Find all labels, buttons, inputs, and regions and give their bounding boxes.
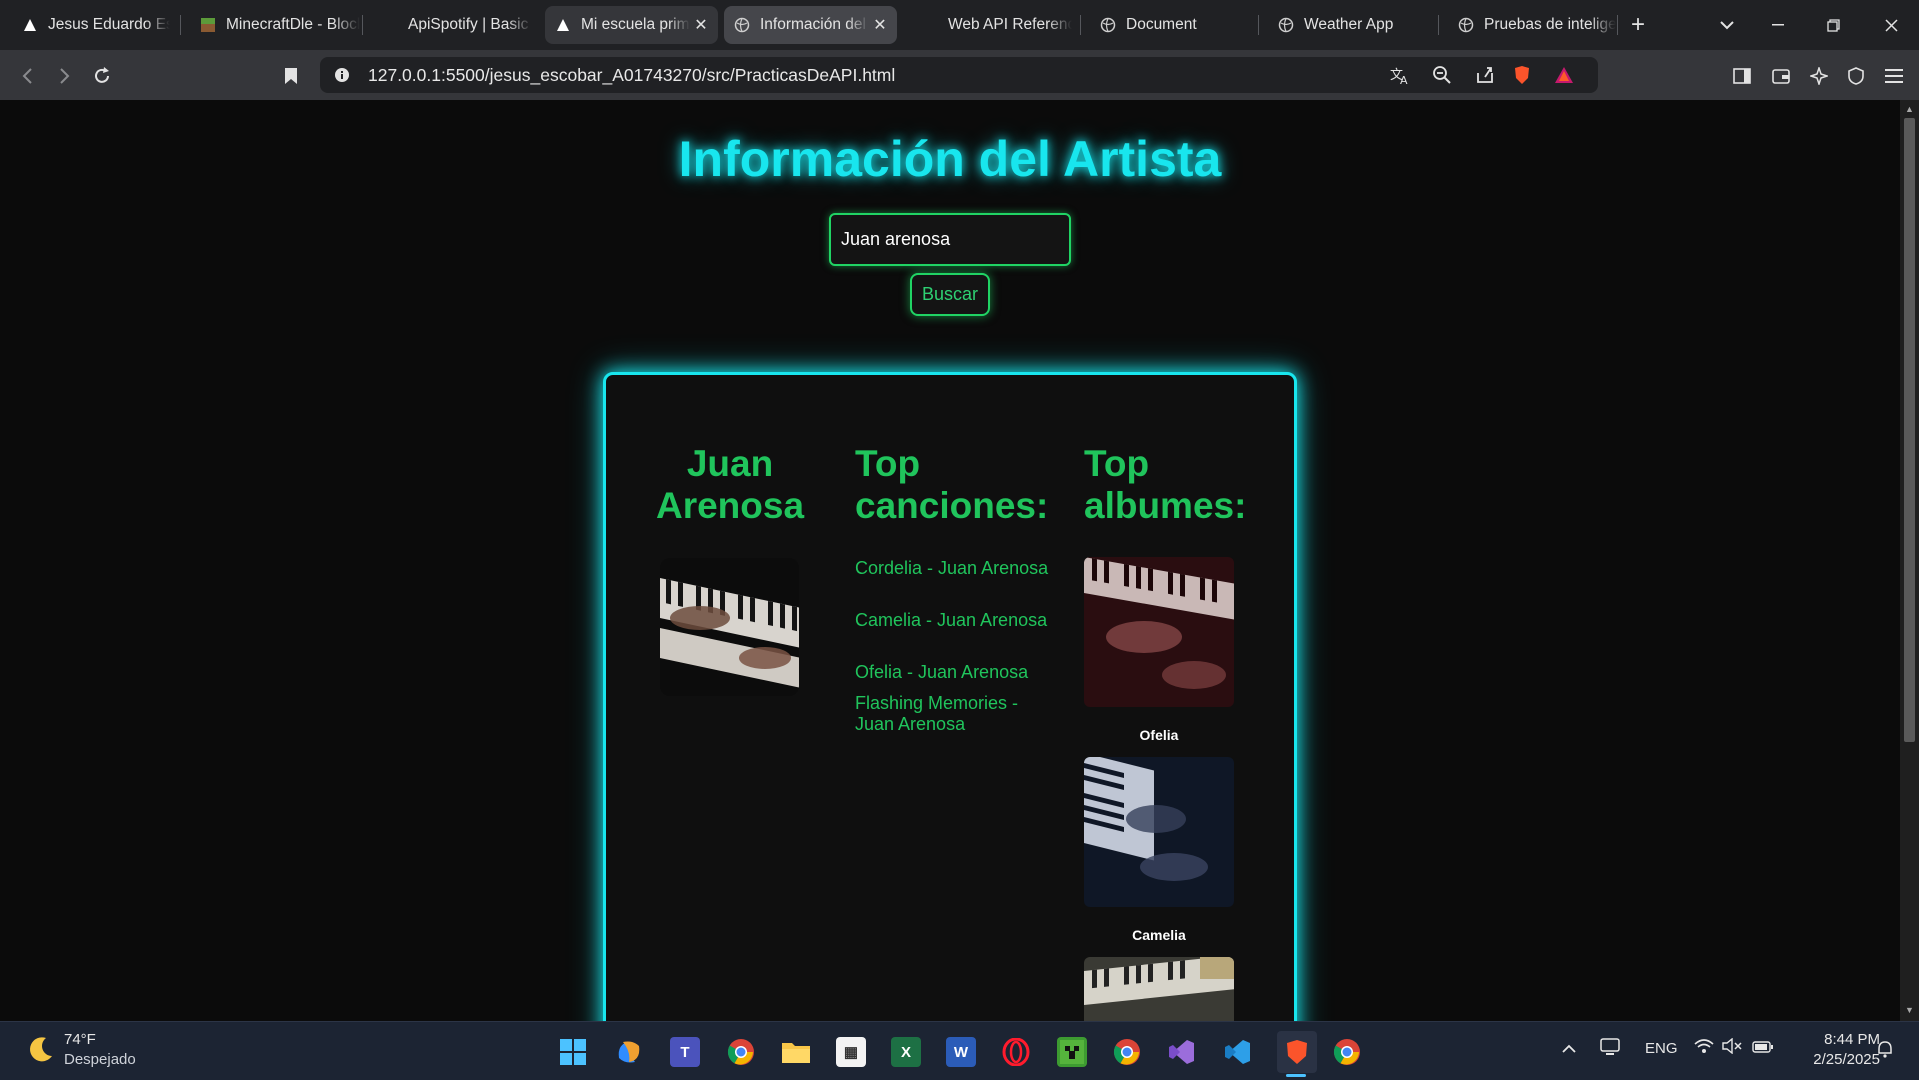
copilot-icon[interactable] [614,1037,644,1067]
weather-temperature[interactable]: 74°F [64,1031,96,1048]
bookmark-icon[interactable] [277,62,305,90]
browser-toolbar: 127.0.0.1:5500/jesus_escobar_A01743270/s… [0,50,1919,100]
weather-condition[interactable]: Despejado [64,1051,136,1068]
album-cover[interactable] [1084,557,1234,707]
tab-informacion-artista[interactable]: Información del Artista ✕ [724,6,897,44]
globe-icon [1458,17,1474,33]
opera-icon[interactable] [1001,1037,1031,1067]
minecraft-icon[interactable] [1057,1037,1087,1067]
album-cover[interactable] [1084,957,1234,1021]
chrome-profile-icon[interactable] [1112,1037,1142,1067]
wifi-icon[interactable] [1694,1038,1714,1058]
close-tab-icon[interactable]: ✕ [869,15,891,35]
vpn-icon[interactable] [1842,62,1870,90]
leo-ai-icon[interactable] [1805,62,1833,90]
weather-moon-icon[interactable] [24,1034,56,1071]
triangle-logo-icon [555,17,571,33]
close-window-button[interactable] [1864,0,1918,50]
globe-icon [1278,17,1294,33]
tab-mi-escuela[interactable]: Mi escuela primaria ✕ [545,6,718,44]
wallet-icon[interactable] [1767,62,1795,90]
top-albums-heading: Top albumes: [1084,443,1247,526]
forward-icon[interactable] [51,62,79,90]
back-icon[interactable] [13,62,41,90]
microsoft-store-icon[interactable]: ▦ [836,1037,866,1067]
scroll-thumb[interactable] [1904,118,1915,742]
brave-browser-icon[interactable] [1277,1031,1317,1073]
globe-icon [734,17,750,33]
visual-studio-icon[interactable] [1166,1037,1196,1067]
brave-shields-icon[interactable] [1510,63,1534,87]
top-songs-heading: Top canciones: [855,443,1049,526]
chrome-icon[interactable] [726,1037,756,1067]
artist-name: Juan Arenosa [655,443,805,526]
word-icon[interactable]: W [946,1037,976,1067]
album-cover[interactable] [1084,757,1234,907]
zoom-out-icon[interactable] [1430,63,1454,87]
volume-muted-icon[interactable] [1722,1037,1742,1058]
clock-time[interactable]: 8:44 PM [1810,1031,1880,1048]
page-title: Información del Artista [678,131,1222,187]
album-title: Ofelia [1139,727,1179,743]
grass-block-icon [200,17,216,33]
language-indicator[interactable]: ENG [1645,1040,1678,1057]
clock-date[interactable]: 2/25/2025 [1790,1051,1880,1068]
excel-icon[interactable]: X [891,1037,921,1067]
show-hidden-icons-chevron-icon[interactable] [1562,1040,1576,1057]
tab-minecraftdle[interactable]: MinecraftDle - Block [190,6,360,44]
tab-weather-app[interactable]: Weather App [1268,6,1438,44]
new-tab-button[interactable]: + [1612,0,1664,50]
tab-list-chevron-icon[interactable] [1700,0,1754,50]
song-item[interactable]: Ofelia - Juan Arenosa [855,662,1055,683]
tab-apispotify[interactable]: ApiSpotify | Basic [372,6,532,44]
minimize-button[interactable] [1751,0,1805,50]
sidebar-icon[interactable] [1728,62,1756,90]
song-item[interactable]: Cordelia - Juan Arenosa [855,558,1055,579]
song-item[interactable]: Camelia - Juan Arenosa [855,610,1055,631]
notification-bell-icon[interactable] [1876,1040,1894,1062]
translate-icon[interactable]: 文A [1388,63,1412,87]
share-icon[interactable] [1473,63,1497,87]
page-scrollbar[interactable]: ▲ ▼ [1900,100,1919,1021]
chrome-icon[interactable] [1332,1037,1362,1067]
tab-jesus[interactable]: Jesus Eduardo Escobar [12,6,170,44]
tab-document[interactable]: Document [1090,6,1260,44]
file-explorer-icon[interactable] [781,1037,811,1067]
teams-icon[interactable]: T [670,1037,700,1067]
active-app-indicator [1286,1074,1306,1077]
album-title: Camelia [1132,927,1186,943]
globe-icon [1100,17,1116,33]
tab-bar: Jesus Eduardo Escobar MinecraftDle - Blo… [0,0,1919,50]
restore-button[interactable] [1806,0,1860,50]
search-button[interactable]: Buscar [910,273,990,316]
svg-text:A: A [1400,74,1408,85]
artist-image [660,558,799,696]
reload-icon[interactable] [88,62,116,90]
address-bar[interactable]: 127.0.0.1:5500/jesus_escobar_A01743270/s… [320,57,1598,93]
url-text: 127.0.0.1:5500/jesus_escobar_A01743270/s… [368,65,896,85]
menu-icon[interactable] [1880,62,1908,90]
windows-start-icon[interactable] [558,1037,588,1067]
battery-icon[interactable] [1752,1040,1774,1057]
close-tab-icon[interactable]: ✕ [690,15,712,35]
display-icon[interactable] [1600,1038,1620,1060]
site-info-icon[interactable] [330,63,354,87]
artist-search-input[interactable] [829,213,1071,266]
brave-rewards-icon[interactable] [1552,63,1576,87]
scroll-down-icon[interactable]: ▼ [1904,1005,1915,1015]
scroll-up-icon[interactable]: ▲ [1904,104,1915,114]
triangle-logo-icon [22,17,38,33]
tab-pruebas-inteligencia[interactable]: Pruebas de inteligencia [1448,6,1616,44]
tab-web-api-reference[interactable]: Web API Reference [912,6,1072,44]
song-item[interactable]: Flashing Memories - Juan Arenosa [855,693,1055,735]
vscode-icon[interactable] [1222,1037,1252,1067]
